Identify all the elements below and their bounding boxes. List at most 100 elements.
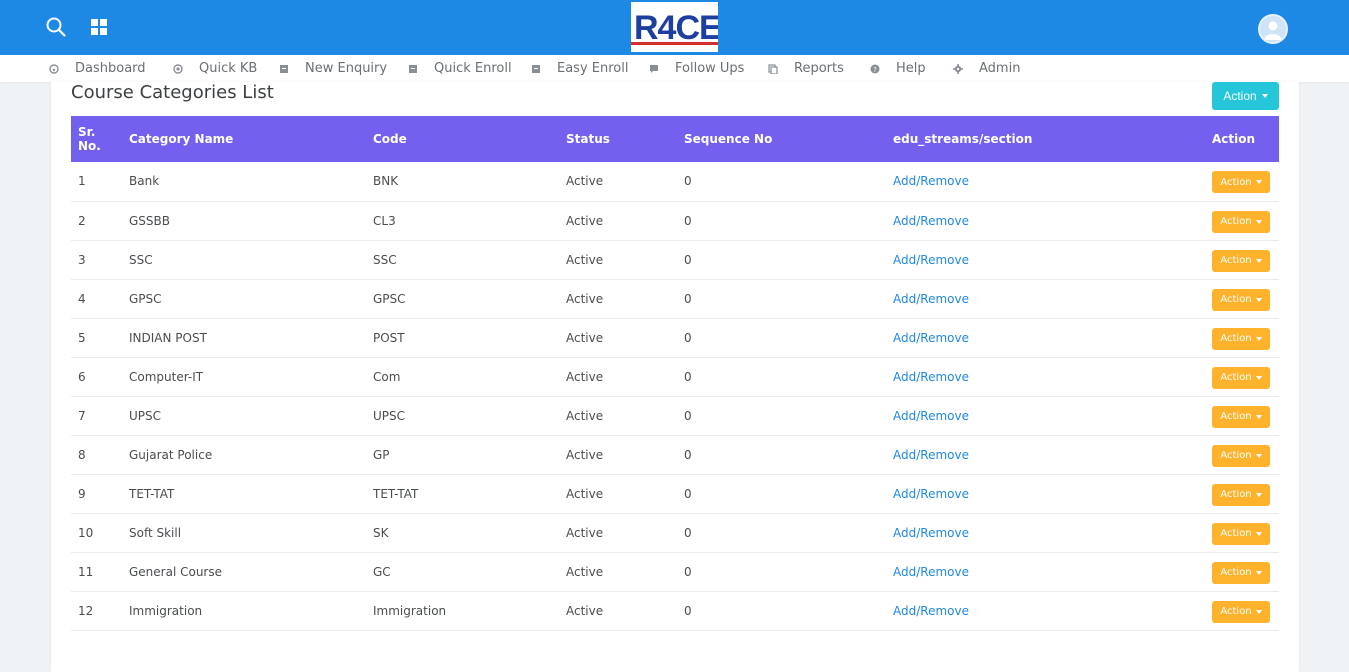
cell-category-name: TET-TAT <box>129 486 175 501</box>
cell-status: Active <box>566 213 604 228</box>
gear-icon <box>953 63 963 74</box>
menu-item-admin[interactable]: Admin <box>953 55 1020 82</box>
add-remove-link[interactable]: Add/Remove <box>893 565 969 579</box>
menu-item-quick-kb[interactable]: Quick KB <box>173 55 257 82</box>
row-action-button[interactable]: Action <box>1212 366 1270 389</box>
row-action-button[interactable]: Action <box>1212 210 1270 233</box>
add-remove-link[interactable]: Add/Remove <box>893 253 969 267</box>
cell-edu-streams: Add/Remove <box>886 396 1205 435</box>
caret-down-icon <box>1255 414 1262 419</box>
row-action-label: Action <box>1220 216 1252 227</box>
row-action-button[interactable]: Action <box>1212 171 1270 194</box>
content-card: Course Categories List Action Sr. No. Ca… <box>51 82 1299 672</box>
chat-icon <box>650 64 658 73</box>
cell-sr-no: 9 <box>78 486 86 501</box>
cell-edu-streams: Add/Remove <box>886 240 1205 279</box>
cell-sequence-no: 0 <box>684 564 692 579</box>
note-icon <box>409 64 417 73</box>
cell-status: Active <box>566 330 604 345</box>
row-action-label: Action <box>1220 489 1252 500</box>
menu-item-dashboard[interactable]: Dashboard <box>49 55 146 82</box>
table-row: 3 SSC SSC Active 0 Add/Remove Action <box>71 240 1279 279</box>
cell-edu-streams: Add/Remove <box>886 513 1205 552</box>
cell-sr-no: 5 <box>78 330 86 345</box>
menu-item-help[interactable]: ? Help <box>870 55 926 82</box>
add-remove-link[interactable]: Add/Remove <box>893 604 969 618</box>
row-action-button[interactable]: Action <box>1212 249 1270 272</box>
row-action-button[interactable]: Action <box>1212 327 1270 350</box>
caret-down-icon <box>1255 570 1262 575</box>
cell-edu-streams: Add/Remove <box>886 552 1205 591</box>
cell-status: Active <box>566 564 604 579</box>
table-row: 10 Soft Skill SK Active 0 Add/Remove Action <box>71 513 1279 552</box>
cell-sequence-no: 0 <box>684 174 692 189</box>
cell-sequence-no: 0 <box>684 486 692 501</box>
user-avatar-icon[interactable] <box>1258 14 1288 44</box>
add-remove-link[interactable]: Add/Remove <box>893 487 969 501</box>
cell-action: Action <box>1205 396 1279 435</box>
cell-code: TET-TAT <box>373 486 419 501</box>
cell-code: Com <box>373 369 401 384</box>
cell-sequence-no: 0 <box>684 330 692 345</box>
row-action-button[interactable]: Action <box>1212 405 1270 428</box>
add-remove-link[interactable]: Add/Remove <box>893 370 969 384</box>
cell-sequence-no: 0 <box>684 408 692 423</box>
search-icon[interactable] <box>43 14 69 40</box>
cell-category-name: UPSC <box>129 408 162 423</box>
add-remove-link[interactable]: Add/Remove <box>893 331 969 345</box>
cell-sr-no: 1 <box>78 174 86 189</box>
row-action-label: Action <box>1220 528 1252 539</box>
add-remove-link[interactable]: Add/Remove <box>893 174 969 188</box>
menu-item-reports[interactable]: Reports <box>768 55 844 82</box>
add-remove-link[interactable]: Add/Remove <box>893 448 969 462</box>
page-action-button[interactable]: Action <box>1212 82 1279 110</box>
row-action-button[interactable]: Action <box>1212 522 1270 545</box>
menu-item-follow-ups[interactable]: Follow Ups <box>649 55 744 82</box>
cell-code: GPSC <box>373 291 406 306</box>
caret-down-icon <box>1255 336 1262 341</box>
add-remove-link[interactable]: Add/Remove <box>893 409 969 423</box>
cell-edu-streams: Add/Remove <box>886 318 1205 357</box>
race-logo[interactable]: R4CE <box>631 2 718 52</box>
row-action-button[interactable]: Action <box>1212 288 1270 311</box>
cell-action: Action <box>1205 279 1279 318</box>
row-action-label: Action <box>1220 255 1252 266</box>
cell-sequence-no: 0 <box>684 447 692 462</box>
table-row: 11 General Course GC Active 0 Add/Remove Actio… <box>71 552 1279 591</box>
table-row: 5 INDIAN POST POST Active 0 Add/Remove Action <box>71 318 1279 357</box>
add-remove-link[interactable]: Add/Remove <box>893 214 969 228</box>
cell-status: Active <box>566 603 604 618</box>
cell-status: Active <box>566 174 604 189</box>
menu-label: Easy Enroll <box>557 61 629 76</box>
cell-status: Active <box>566 486 604 501</box>
menu-item-new-enquiry[interactable]: New Enquiry <box>279 55 387 82</box>
cell-category-name: Bank <box>129 174 160 189</box>
row-action-button[interactable]: Action <box>1212 561 1270 584</box>
caret-down-icon <box>1255 297 1262 302</box>
table-row: 7 UPSC UPSC Active 0 Add/Remove Action <box>71 396 1279 435</box>
row-action-button[interactable]: Action <box>1212 483 1270 506</box>
cell-sr-no: 3 <box>78 252 86 267</box>
cell-sr-no: 8 <box>78 447 86 462</box>
header-status: Status <box>566 132 610 146</box>
cell-category-name: INDIAN POST <box>129 330 207 345</box>
cell-action: Action <box>1205 162 1279 201</box>
apps-grid-icon[interactable] <box>86 14 112 40</box>
header-category-name: Category Name <box>129 132 234 146</box>
row-action-button[interactable]: Action <box>1212 444 1270 467</box>
cell-status: Active <box>566 252 604 267</box>
menu-item-quick-enroll[interactable]: Quick Enroll <box>408 55 512 82</box>
main-menu: Dashboard Quick KB New Enquiry Quick Enr… <box>0 55 1349 82</box>
cell-status: Active <box>566 369 604 384</box>
cell-edu-streams: Add/Remove <box>886 162 1205 201</box>
add-remove-link[interactable]: Add/Remove <box>893 292 969 306</box>
menu-label: Admin <box>979 61 1021 76</box>
menu-item-easy-enroll[interactable]: Easy Enroll <box>531 55 628 82</box>
header-sequence-no: Sequence No <box>684 132 773 146</box>
add-remove-link[interactable]: Add/Remove <box>893 526 969 540</box>
cell-edu-streams: Add/Remove <box>886 357 1205 396</box>
caret-down-icon <box>1255 531 1262 536</box>
caret-down-icon <box>1255 180 1262 185</box>
row-action-button[interactable]: Action <box>1212 600 1270 623</box>
row-action-label: Action <box>1220 567 1252 578</box>
